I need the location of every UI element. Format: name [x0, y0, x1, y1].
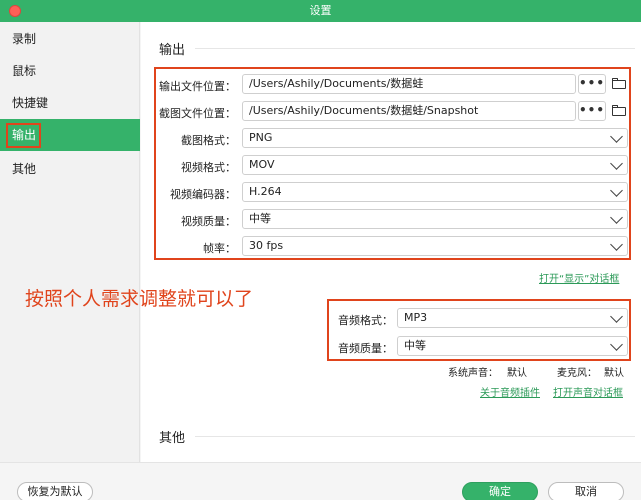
chevron-down-icon: [610, 211, 623, 224]
title-bar: 设置: [0, 0, 641, 22]
open-sound-dialog-link[interactable]: 打开声音对话框: [553, 384, 623, 399]
video-format-select[interactable]: MOV: [242, 155, 628, 175]
chevron-down-icon: [610, 130, 623, 143]
sidebar-item-other[interactable]: 其他: [0, 153, 140, 185]
chevron-down-icon: [610, 157, 623, 170]
output-path-more-button[interactable]: •••: [578, 74, 606, 94]
audio-plugin-link[interactable]: 关于音频插件: [480, 384, 540, 399]
system-sound-value: 默认: [507, 368, 527, 379]
main-panel: 输出 输出文件位置： /Users/Ashily/Documents/数据蛙 •…: [141, 22, 641, 462]
snapshot-path-more-button[interactable]: •••: [578, 101, 606, 121]
sidebar: 录制 鼠标 快捷键 输出 其他: [0, 22, 140, 462]
sidebar-item-output[interactable]: 输出: [0, 119, 140, 151]
screenshot-format-value: PNG: [249, 131, 273, 144]
footer-bar: 恢复为默认 确定 取消: [0, 462, 641, 500]
window-title: 设置: [309, 4, 332, 17]
output-path-label: 输出文件位置：: [159, 80, 236, 93]
close-window-button[interactable]: [9, 5, 21, 17]
sidebar-item-shortcuts[interactable]: 快捷键: [0, 87, 140, 119]
audio-quality-label: 音频质量：: [338, 342, 393, 355]
mic-label: 麦克风：: [557, 368, 597, 379]
folder-icon[interactable]: [612, 78, 626, 89]
mic-value: 默认: [604, 368, 624, 379]
folder-icon[interactable]: [612, 105, 626, 116]
video-format-value: MOV: [249, 158, 275, 171]
video-quality-select[interactable]: 中等: [242, 209, 628, 229]
video-format-label: 视频格式：: [181, 161, 236, 174]
annotation-text: 按照个人需求调整就可以了: [25, 288, 254, 310]
output-path-field[interactable]: /Users/Ashily/Documents/数据蛙: [242, 74, 576, 94]
video-quality-label: 视频质量：: [181, 215, 236, 228]
audio-format-label: 音频格式：: [338, 314, 393, 327]
highlight-box: [6, 123, 41, 148]
video-codec-select[interactable]: H.264: [242, 182, 628, 202]
snapshot-path-label: 截图文件位置：: [159, 107, 236, 120]
audio-format-select[interactable]: MP3: [397, 308, 628, 328]
screenshot-format-select[interactable]: PNG: [242, 128, 628, 148]
chevron-down-icon: [610, 184, 623, 197]
sidebar-item-record[interactable]: 录制: [0, 23, 140, 55]
restore-default-button[interactable]: 恢复为默认: [17, 482, 93, 500]
section-divider: [195, 48, 635, 49]
cancel-button[interactable]: 取消: [548, 482, 624, 500]
system-sound-label: 系统声音：: [448, 368, 498, 379]
sidebar-item-mouse[interactable]: 鼠标: [0, 55, 140, 87]
section-title-output: 输出: [159, 43, 186, 58]
screenshot-format-label: 截图格式：: [181, 134, 236, 147]
frame-rate-value: 30 fps: [249, 239, 284, 252]
section-divider: [195, 436, 635, 437]
video-codec-value: H.264: [249, 185, 282, 198]
audio-quality-value: 中等: [404, 339, 426, 352]
frame-rate-label: 帧率：: [203, 242, 236, 255]
section-title-other: 其他: [159, 431, 186, 446]
ok-button[interactable]: 确定: [462, 482, 538, 500]
frame-rate-select[interactable]: 30 fps: [242, 236, 628, 256]
open-display-dialog-link[interactable]: 打开“显示”对话框: [539, 270, 619, 285]
chevron-down-icon: [610, 238, 623, 251]
video-quality-value: 中等: [249, 212, 271, 225]
snapshot-path-field[interactable]: /Users/Ashily/Documents/数据蛙/Snapshot: [242, 101, 576, 121]
chevron-down-icon: [610, 310, 623, 323]
audio-quality-select[interactable]: 中等: [397, 336, 628, 356]
video-codec-label: 视频编码器：: [170, 188, 236, 201]
chevron-down-icon: [610, 338, 623, 351]
audio-format-value: MP3: [404, 311, 428, 324]
